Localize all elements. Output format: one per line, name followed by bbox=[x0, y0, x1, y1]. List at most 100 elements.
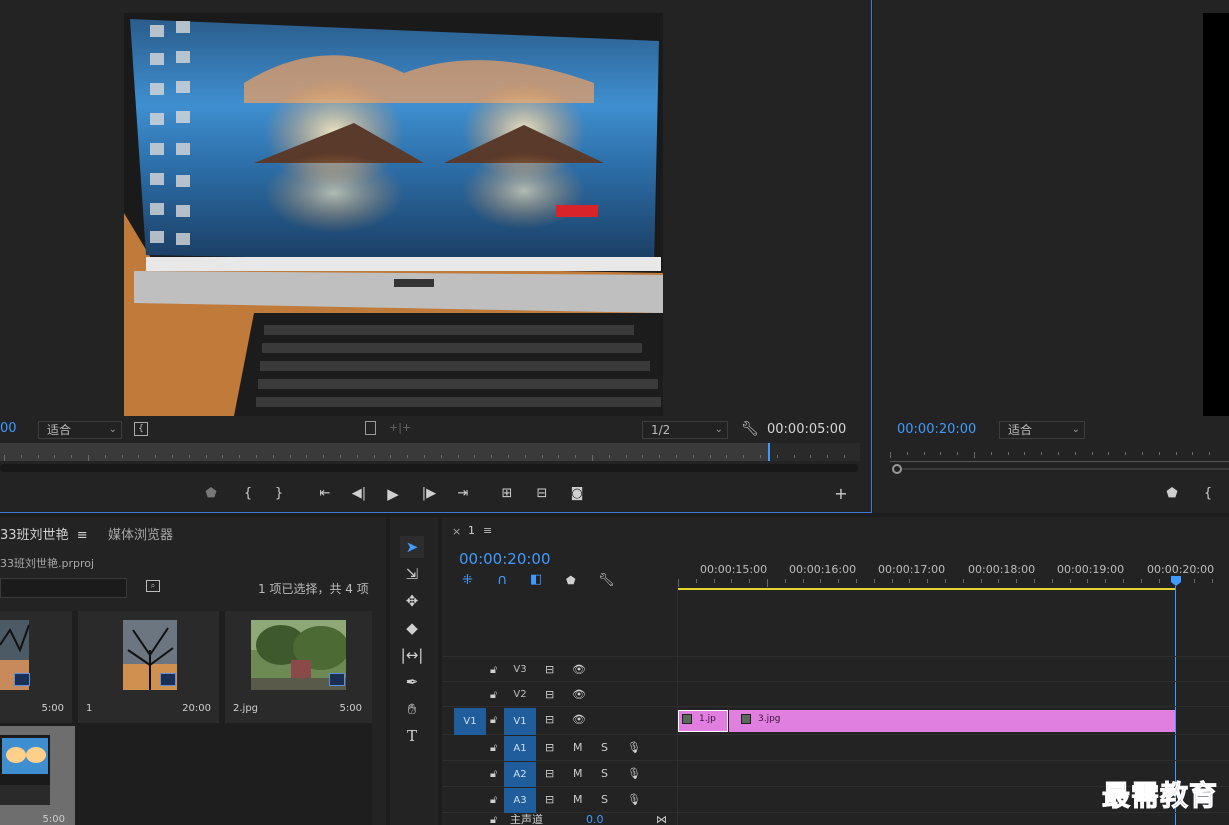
work-area-bar[interactable] bbox=[678, 588, 1175, 590]
track-name[interactable]: V3 bbox=[504, 658, 536, 682]
timeline-timecode[interactable]: 00:00:20:00 bbox=[459, 550, 551, 568]
camera-icon[interactable]: ◙ bbox=[567, 485, 587, 503]
lock-icon[interactable]: 🔓︎ bbox=[490, 658, 497, 682]
lock-icon[interactable]: 🔓︎ bbox=[490, 708, 497, 732]
solo-button[interactable]: S bbox=[601, 788, 608, 812]
close-icon[interactable]: × bbox=[452, 525, 461, 538]
timeline-ruler[interactable]: 00:00:15:00 00:00:16:00 00:00:17:00 00:0… bbox=[678, 557, 1229, 591]
sync-lock-icon[interactable]: ⊟ bbox=[545, 658, 554, 682]
source-fit-dropdown[interactable]: 适合 ⌄ bbox=[38, 421, 122, 439]
source-patch-v1[interactable]: V1 bbox=[454, 708, 486, 735]
solo-button[interactable]: S bbox=[601, 736, 608, 760]
track-v1[interactable]: V1 🔓︎ V1 ⊟ 👁︎ 1.jp 3.jpg bbox=[442, 708, 1229, 735]
eye-icon[interactable]: 👁︎ bbox=[572, 683, 586, 707]
sync-lock-icon[interactable]: ⊟ bbox=[545, 788, 554, 812]
go-to-in-button[interactable]: ⇤ bbox=[316, 485, 334, 503]
eye-icon[interactable]: 👁︎ bbox=[572, 708, 586, 732]
marker-icon[interactable]: ⬟ bbox=[1163, 485, 1181, 503]
program-fit-dropdown[interactable]: 适合 ⌄ bbox=[999, 421, 1085, 439]
drag-audio-icon[interactable]: +|+ bbox=[389, 421, 411, 434]
lock-icon[interactable]: 🔓︎ bbox=[490, 683, 497, 707]
sequence-tab[interactable]: 1 bbox=[468, 524, 475, 537]
step-back-button[interactable]: ◀| bbox=[350, 485, 368, 503]
track-target-a1[interactable]: A1 bbox=[504, 736, 536, 761]
sync-lock-icon[interactable]: ⊟ bbox=[545, 762, 554, 786]
program-playhead-handle[interactable] bbox=[892, 464, 902, 474]
go-to-out-button[interactable]: ⇥ bbox=[454, 485, 472, 503]
type-tool-icon[interactable]: T bbox=[400, 725, 424, 747]
marker-icon[interactable]: ⬟ bbox=[566, 574, 576, 587]
project-tab[interactable]: 33班刘世艳 ≡ bbox=[0, 524, 88, 543]
resolution-dropdown[interactable]: 1/2 ⌄ bbox=[642, 421, 728, 439]
razor-tool-icon[interactable]: ◆ bbox=[400, 617, 424, 639]
clip-1[interactable]: 1.jp bbox=[678, 710, 728, 732]
sync-lock-icon[interactable]: ⊟ bbox=[545, 683, 554, 707]
go-to-end-icon[interactable]: ⋈ bbox=[656, 814, 667, 825]
sync-lock-icon[interactable]: ⊟ bbox=[545, 736, 554, 760]
master-volume[interactable]: 0.0 bbox=[586, 814, 604, 825]
drag-video-icon[interactable] bbox=[365, 421, 376, 435]
track-master[interactable]: 🔓︎ 主声道 0.0 ⋈ bbox=[442, 814, 1229, 825]
lock-icon[interactable]: 🔓︎ bbox=[490, 736, 497, 760]
clip-3[interactable]: 3.jpg bbox=[729, 710, 1175, 732]
track-v3[interactable]: 🔓︎ V3 ⊟ 👁︎ bbox=[442, 658, 1229, 682]
track-v2[interactable]: 🔓︎ V2 ⊟ 👁︎ bbox=[442, 683, 1229, 707]
add-button[interactable]: + bbox=[832, 485, 850, 503]
project-item[interactable]: 1 20:00 bbox=[78, 611, 219, 723]
chevron-down-icon: ⌄ bbox=[714, 424, 723, 435]
lock-icon[interactable]: 🔓︎ bbox=[490, 762, 497, 786]
mark-out-button[interactable]: } bbox=[270, 485, 288, 503]
slip-tool-icon[interactable]: |↔| bbox=[400, 644, 424, 666]
search-input[interactable] bbox=[0, 578, 127, 598]
project-item-selected[interactable]: 5:00 bbox=[0, 726, 75, 825]
nest-icon[interactable]: ⁜ bbox=[462, 573, 473, 588]
mute-button[interactable]: M bbox=[573, 762, 583, 786]
overwrite-button[interactable]: ⊟ bbox=[531, 485, 553, 503]
marker-icon[interactable]: ⬟ bbox=[202, 485, 220, 503]
program-video-frame[interactable] bbox=[1203, 13, 1229, 416]
source-playhead[interactable] bbox=[768, 443, 770, 461]
ripple-edit-tool-icon[interactable]: ✥ bbox=[400, 590, 424, 612]
find-icon[interactable]: ⌕ bbox=[146, 580, 160, 592]
selection-tool-icon[interactable]: ➤ bbox=[400, 536, 424, 558]
media-browser-tab[interactable]: 媒体浏览器 bbox=[108, 524, 173, 543]
mute-button[interactable]: M bbox=[573, 788, 583, 812]
program-timecode[interactable]: 00:00:20:00 bbox=[897, 422, 976, 437]
source-video-frame[interactable] bbox=[124, 13, 663, 416]
mark-in-button[interactable]: { bbox=[239, 485, 257, 503]
program-scrollbar[interactable] bbox=[902, 468, 1229, 470]
wrench-icon[interactable]: 🔧︎ bbox=[598, 573, 615, 588]
track-a1[interactable]: 🔓︎ A1 ⊟ M S 🎙︎ bbox=[442, 736, 1229, 761]
wrench-icon[interactable]: 🔧︎ bbox=[741, 421, 759, 437]
step-forward-button[interactable]: |▶ bbox=[420, 485, 438, 503]
project-item[interactable]: 5:00 bbox=[0, 611, 72, 723]
eye-icon[interactable]: 👁︎ bbox=[572, 658, 586, 682]
insert-bracket-icon[interactable]: { bbox=[134, 422, 148, 436]
mic-icon[interactable]: 🎙︎ bbox=[627, 762, 641, 786]
solo-button[interactable]: S bbox=[601, 762, 608, 786]
track-target-v1[interactable]: V1 bbox=[504, 708, 536, 735]
source-playhead-timecode[interactable]: 00 bbox=[0, 421, 17, 436]
track-target-a3[interactable]: A3 bbox=[504, 788, 536, 813]
play-button[interactable]: ▶ bbox=[384, 485, 402, 503]
menu-icon[interactable]: ≡ bbox=[77, 528, 88, 543]
project-item[interactable]: 2.jpg 5:00 bbox=[225, 611, 372, 723]
hand-tool-icon[interactable]: ✋︎ bbox=[400, 698, 424, 720]
lock-icon[interactable]: 🔓︎ bbox=[490, 814, 497, 825]
snap-icon[interactable]: ∩ bbox=[497, 572, 507, 588]
track-target-a2[interactable]: A2 bbox=[504, 762, 536, 787]
menu-icon[interactable]: ≡ bbox=[483, 524, 492, 537]
pen-tool-icon[interactable]: ✒ bbox=[400, 671, 424, 693]
lock-icon[interactable]: 🔓︎ bbox=[490, 788, 497, 812]
track-select-tool-icon[interactable]: ⇲ bbox=[400, 563, 424, 585]
sync-lock-icon[interactable]: ⊟ bbox=[545, 708, 554, 732]
mic-icon[interactable]: 🎙︎ bbox=[627, 736, 641, 760]
linked-selection-icon[interactable]: ◧ bbox=[530, 572, 542, 587]
mark-in-button[interactable]: { bbox=[1199, 485, 1217, 503]
mute-button[interactable]: M bbox=[573, 736, 583, 760]
source-ruler[interactable] bbox=[0, 443, 770, 461]
insert-button[interactable]: ⊞ bbox=[496, 485, 518, 503]
mic-icon[interactable]: 🎙︎ bbox=[627, 788, 641, 812]
track-name[interactable]: V2 bbox=[504, 683, 536, 707]
source-zoom-scrollbar[interactable] bbox=[0, 464, 858, 472]
